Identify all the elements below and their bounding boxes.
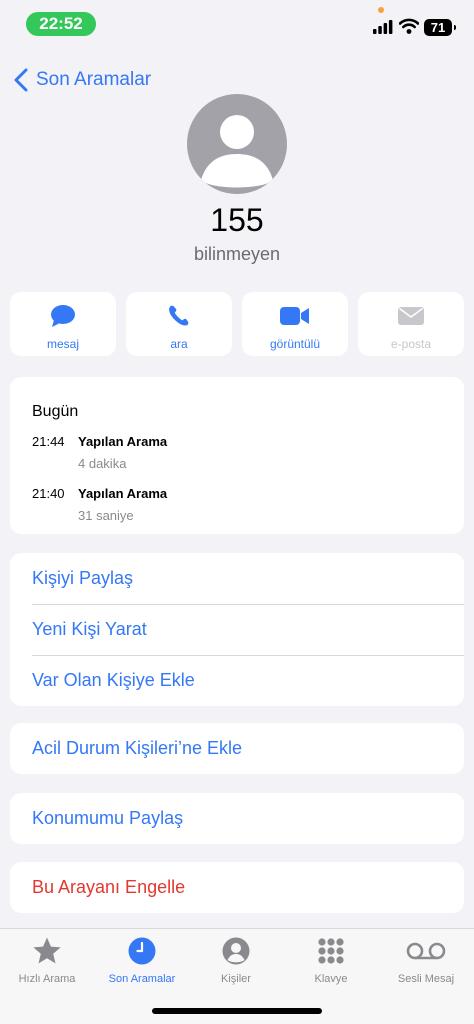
clock-icon (128, 937, 156, 965)
call-button[interactable]: ara (126, 292, 232, 356)
contact-options-card: Kişiyi Paylaş Yeni Kişi Yarat Var Olan K… (10, 553, 464, 706)
email-button: e-posta (358, 292, 464, 356)
tab-voicemail[interactable]: Sesli Mesaj (380, 935, 472, 985)
star-icon (33, 937, 61, 964)
home-indicator[interactable] (152, 1008, 322, 1014)
phone-icon (169, 305, 189, 326)
battery-indicator: 71 (424, 19, 456, 36)
contact-name: 155 (210, 202, 264, 238)
contact-subtitle: bilinmeyen (193, 244, 281, 264)
tab-label: Kişiler (221, 973, 251, 985)
block-caller-button[interactable]: Bu Arayanı Engelle (10, 862, 464, 913)
tab-label: Son Aramalar (108, 973, 176, 985)
status-time[interactable]: 22:52 (26, 12, 96, 36)
back-label: Son Aramalar (36, 69, 152, 90)
back-button[interactable]: Son Aramalar (14, 66, 151, 94)
quick-actions: mesaj ara görüntülü e-posta (10, 292, 464, 356)
share-location-button[interactable]: Konumumu Paylaş (10, 793, 464, 844)
person-silhouette-icon (201, 115, 273, 188)
cellular-signal-icon (373, 20, 393, 34)
block-card: Bu Arayanı Engelle (10, 862, 464, 913)
call-duration: 4 dakika (78, 456, 127, 471)
mail-icon (398, 307, 424, 325)
emergency-card: Acil Durum Kişileri’ne Ekle (10, 723, 464, 774)
tab-label: Sesli Mesaj (397, 973, 455, 985)
contact-avatar (187, 94, 287, 194)
message-label: mesaj (46, 337, 79, 351)
message-button[interactable]: mesaj (10, 292, 116, 356)
history-date-title: Bugün (32, 403, 79, 420)
wifi-icon (399, 18, 419, 34)
tab-label: Klavye (314, 973, 348, 985)
person-icon (222, 937, 250, 965)
privacy-indicator-dot (378, 7, 384, 13)
call-time: 21:40 (32, 486, 65, 501)
call-history-card: Bugün 21:44 Yapılan Arama 4 dakika 21:40… (10, 377, 464, 534)
voicemail-icon (406, 942, 446, 960)
create-new-contact-button[interactable]: Yeni Kişi Yarat (10, 604, 464, 655)
video-call-label: görüntülü (269, 337, 321, 351)
video-call-button[interactable]: görüntülü (242, 292, 348, 356)
email-label: e-posta (390, 337, 432, 351)
keypad-icon (318, 938, 344, 964)
location-card: Konumumu Paylaş (10, 793, 464, 844)
tab-favorites[interactable]: Hızlı Arama (1, 935, 93, 985)
tab-contacts[interactable]: Kişiler (190, 935, 282, 985)
call-time: 21:44 (32, 434, 65, 449)
add-emergency-contact-button[interactable]: Acil Durum Kişileri’ne Ekle (10, 723, 464, 774)
video-icon (280, 307, 309, 325)
share-contact-button[interactable]: Kişiyi Paylaş (10, 553, 464, 604)
message-icon (51, 305, 75, 327)
chevron-left-icon (14, 68, 28, 92)
call-label: ara (170, 337, 188, 351)
call-duration: 31 saniye (78, 508, 134, 523)
status-bar: 22:52 71 (0, 0, 474, 46)
tab-label: Hızlı Arama (18, 973, 76, 985)
call-type: Yapılan Arama (78, 486, 168, 501)
tab-keypad[interactable]: Klavye (285, 935, 377, 985)
call-type: Yapılan Arama (78, 434, 168, 449)
tab-recents[interactable]: Son Aramalar (96, 935, 188, 985)
add-to-existing-contact-button[interactable]: Var Olan Kişiye Ekle (10, 655, 464, 706)
